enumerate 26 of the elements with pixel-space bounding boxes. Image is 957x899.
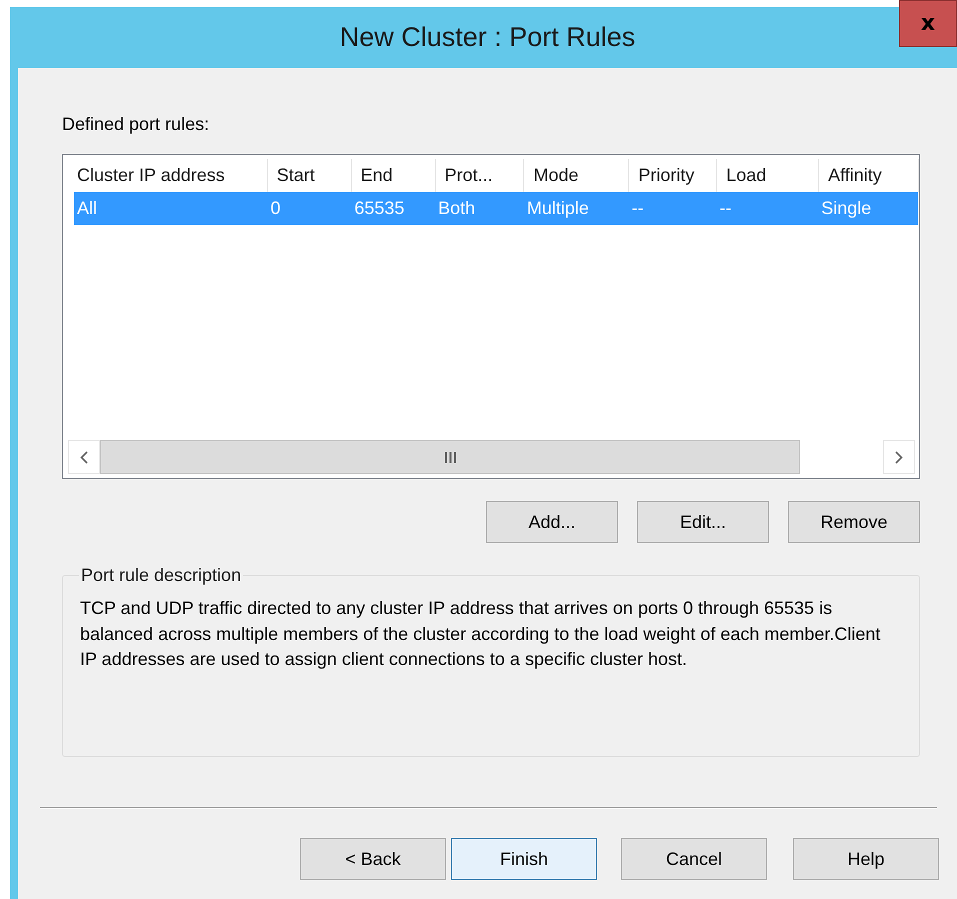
grip-icon xyxy=(444,452,456,462)
scroll-left-button[interactable] xyxy=(68,440,100,474)
list-label: Defined port rules: xyxy=(62,114,210,136)
window-title: New Cluster : Port Rules xyxy=(340,22,636,53)
rule-button[interactable]: Add... xyxy=(486,501,618,543)
rule-button[interactable]: Remove xyxy=(788,501,920,543)
table-cell-text: 0 xyxy=(270,197,282,220)
table-cell-text: Multiple xyxy=(526,197,590,220)
table-cell-text: Both xyxy=(437,197,476,220)
wizard-button[interactable]: Finish xyxy=(451,838,597,880)
wizard-button[interactable]: Cancel xyxy=(621,838,767,880)
wizard-button[interactable]: < Back xyxy=(300,838,446,880)
group-title: Port rule description xyxy=(80,565,242,586)
table-cell-text: All xyxy=(76,197,98,220)
rule-button[interactable]: Edit... xyxy=(637,501,769,543)
chevron-left-icon xyxy=(80,450,88,464)
chevron-right-icon xyxy=(895,450,903,464)
table-cell-text: -- xyxy=(630,197,645,220)
close-button[interactable]: x xyxy=(899,0,957,47)
table-cell-text: Single xyxy=(820,197,872,220)
description-text: TCP and UDP traffic directed to any cluster IP address that arrives on ports 0 through 65535 is balanced across multiple members of the cluster according to the load weight of each member.Client IP addresses are used to assign client connections to a specific cluster host. xyxy=(80,597,882,671)
table-cell-text: 65535 xyxy=(353,197,406,220)
scroll-thumb[interactable] xyxy=(100,440,800,474)
wizard-button[interactable]: Help xyxy=(793,838,939,880)
scroll-right-button[interactable] xyxy=(883,440,915,474)
table-cell-text: -- xyxy=(718,197,732,220)
